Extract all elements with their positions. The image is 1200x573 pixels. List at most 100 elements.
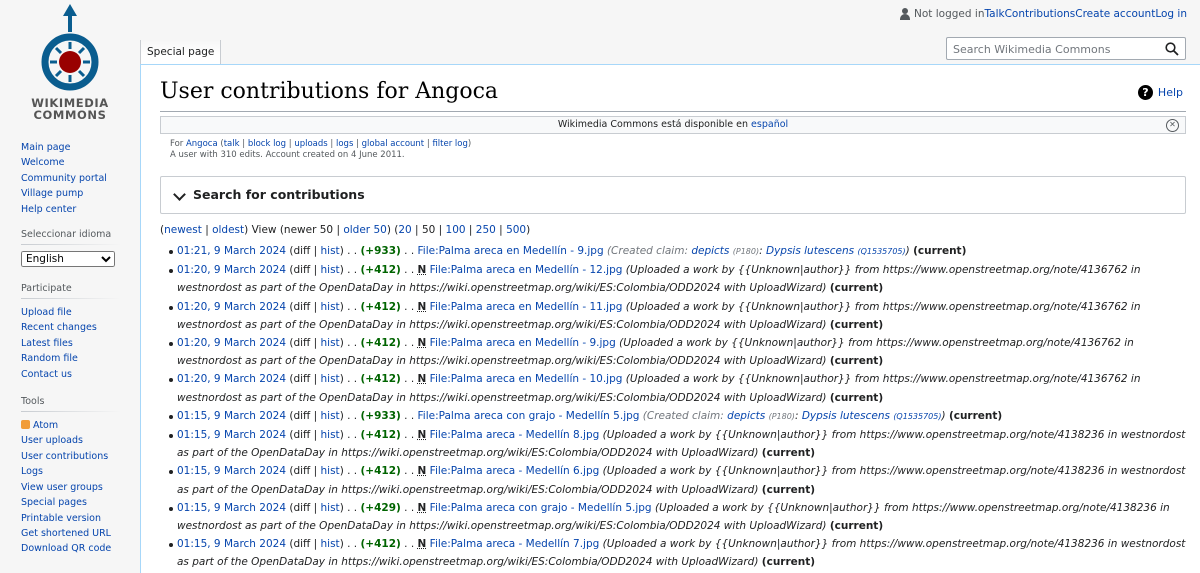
sidebar-item-community-portal[interactable]: Community portal	[21, 171, 140, 186]
sidebar-item-recent-changes[interactable]: Recent changes	[21, 320, 140, 335]
help-label[interactable]: Help	[1158, 86, 1183, 99]
revision-time-link[interactable]: 01:20, 9 March 2024	[177, 301, 286, 313]
search-icon[interactable]	[1165, 42, 1179, 56]
file-link[interactable]: File:Palma areca - Medellín 7.jpg	[430, 538, 600, 550]
get-shortened-url-link[interactable]: Get shortened URL	[21, 528, 111, 539]
older-50-link[interactable]: older 50	[343, 224, 386, 236]
view-user-groups-link[interactable]: View user groups	[21, 482, 103, 493]
file-link[interactable]: File:Palma areca - Medellín 8.jpg	[430, 429, 600, 441]
random-file-link[interactable]: Random file	[21, 353, 78, 364]
sidebar-item-main-page[interactable]: Main page	[21, 140, 140, 155]
sidebar-item-help-center[interactable]: Help center	[21, 202, 140, 217]
log-in-link[interactable]: Log in	[1155, 8, 1187, 20]
file-link[interactable]: File:Palma areca en Medellín - 12.jpg	[430, 264, 623, 276]
logs-link[interactable]: logs	[336, 139, 353, 149]
file-link[interactable]: File:Palma areca con grajo - Medellín 5.…	[418, 410, 640, 422]
sidebar-item-atom[interactable]: Atom	[21, 418, 140, 433]
sidebar-item-random-file[interactable]: Random file	[21, 351, 140, 366]
revision-time-link[interactable]: 01:21, 9 March 2024	[177, 245, 286, 257]
hist-link[interactable]: hist	[321, 373, 340, 385]
sidebar-item-contact-us[interactable]: Contact us	[21, 367, 140, 382]
depicts-link[interactable]: depicts	[727, 410, 765, 422]
newest-link[interactable]: newest	[164, 224, 202, 236]
contact-us-link[interactable]: Contact us	[21, 369, 72, 380]
hist-link[interactable]: hist	[321, 465, 340, 477]
file-link[interactable]: File:Palma areca en Medellín - 10.jpg	[430, 373, 623, 385]
search-for-contributions-toggle[interactable]: Search for contributions	[160, 176, 1186, 214]
revision-time-link[interactable]: 01:20, 9 March 2024	[177, 264, 286, 276]
welcome-link[interactable]: Welcome	[21, 157, 64, 168]
language-select[interactable]: English	[21, 251, 115, 268]
sidebar-item-latest-files[interactable]: Latest files	[21, 336, 140, 351]
hist-link[interactable]: hist	[321, 264, 340, 276]
sidebar-item-printable-version[interactable]: Printable version	[21, 511, 140, 526]
upload-file-link[interactable]: Upload file	[21, 307, 72, 318]
file-link[interactable]: File:Palma areca en Medellín - 9.jpg	[430, 337, 616, 349]
limit-250-link[interactable]: 250	[476, 224, 496, 236]
revision-time-link[interactable]: 01:20, 9 March 2024	[177, 337, 286, 349]
user-link[interactable]: Angoca	[186, 139, 218, 149]
help-link[interactable]: ? Help	[1137, 85, 1183, 100]
sidebar-item-special-pages[interactable]: Special pages	[21, 495, 140, 510]
revision-time-link[interactable]: 01:20, 9 March 2024	[177, 373, 286, 385]
filter-log-link[interactable]: filter log	[432, 139, 467, 149]
sidebar-item-download-qr-code[interactable]: Download QR code	[21, 541, 140, 556]
hist-link[interactable]: hist	[321, 429, 340, 441]
limit-20-link[interactable]: 20	[398, 224, 411, 236]
village-pump-link[interactable]: Village pump	[21, 188, 83, 199]
hist-link[interactable]: hist	[321, 410, 340, 422]
sidebar-item-view-user-groups[interactable]: View user groups	[21, 480, 140, 495]
sidebar-item-user-uploads[interactable]: User uploads	[21, 433, 140, 448]
uploads-link[interactable]: uploads	[294, 139, 327, 149]
contributions-link[interactable]: Contributions	[1005, 8, 1076, 20]
hist-link[interactable]: hist	[321, 245, 340, 257]
site-logo[interactable]: WIKIMEDIA COMMONS	[22, 0, 118, 128]
user-uploads-link[interactable]: User uploads	[21, 435, 83, 446]
revision-time-link[interactable]: 01:15, 9 March 2024	[177, 465, 286, 477]
hist-link[interactable]: hist	[321, 538, 340, 550]
main-page-link[interactable]: Main page	[21, 142, 70, 153]
hist-link[interactable]: hist	[321, 337, 340, 349]
sidebar-item-upload-file[interactable]: Upload file	[21, 305, 140, 320]
sidebar-item-welcome[interactable]: Welcome	[21, 155, 140, 170]
hist-link[interactable]: hist	[321, 502, 340, 514]
block-log-link[interactable]: block log	[248, 139, 286, 149]
hist-link[interactable]: hist	[321, 301, 340, 313]
search-input[interactable]	[951, 38, 1165, 61]
global-account-link[interactable]: global account	[362, 139, 425, 149]
sidebar-item-user-contributions[interactable]: User contributions	[21, 449, 140, 464]
site-notice-language-link[interactable]: español	[751, 119, 788, 130]
revision-time-link[interactable]: 01:15, 9 March 2024	[177, 410, 286, 422]
talk-link[interactable]: Talk	[984, 8, 1004, 20]
file-link[interactable]: File:Palma areca - Medellín 6.jpg	[430, 465, 600, 477]
limit-100-link[interactable]: 100	[446, 224, 466, 236]
revision-time-link[interactable]: 01:15, 9 March 2024	[177, 538, 286, 550]
community-portal-link[interactable]: Community portal	[21, 173, 107, 184]
help-center-link[interactable]: Help center	[21, 204, 76, 215]
file-link[interactable]: File:Palma areca en Medellín - 9.jpg	[418, 245, 604, 257]
latest-files-link[interactable]: Latest files	[21, 338, 73, 349]
special-pages-link[interactable]: Special pages	[21, 497, 87, 508]
dypsis-lutescens-link[interactable]: Dypsis lutescens	[802, 410, 890, 422]
depicts-link[interactable]: depicts	[691, 245, 729, 257]
close-icon[interactable]: ✕	[1166, 119, 1179, 132]
file-link[interactable]: File:Palma areca con grajo - Medellín 5.…	[430, 502, 652, 514]
tab-special-page[interactable]: Special page	[140, 40, 222, 65]
limit-500-link[interactable]: 500	[506, 224, 526, 236]
revision-time-link[interactable]: 01:15, 9 March 2024	[177, 429, 286, 441]
sidebar-item-get-shortened-url[interactable]: Get shortened URL	[21, 526, 140, 541]
sidebar-item-village-pump[interactable]: Village pump	[21, 186, 140, 201]
user-contributions-link[interactable]: User contributions	[21, 451, 108, 462]
create-account-link[interactable]: Create account	[1075, 8, 1155, 20]
user-talk-link[interactable]: talk	[224, 139, 240, 149]
printable-version-link[interactable]: Printable version	[21, 513, 101, 524]
recent-changes-link[interactable]: Recent changes	[21, 322, 97, 333]
dypsis-lutescens-link[interactable]: Dypsis lutescens	[766, 245, 854, 257]
oldest-link[interactable]: oldest	[212, 224, 244, 236]
logs-link[interactable]: Logs	[21, 466, 43, 477]
download-qr-code-link[interactable]: Download QR code	[21, 543, 111, 554]
sidebar-item-logs[interactable]: Logs	[21, 464, 140, 479]
revision-time-link[interactable]: 01:15, 9 March 2024	[177, 502, 286, 514]
atom-link[interactable]: Atom	[33, 420, 58, 431]
file-link[interactable]: File:Palma areca en Medellín - 11.jpg	[430, 301, 623, 313]
